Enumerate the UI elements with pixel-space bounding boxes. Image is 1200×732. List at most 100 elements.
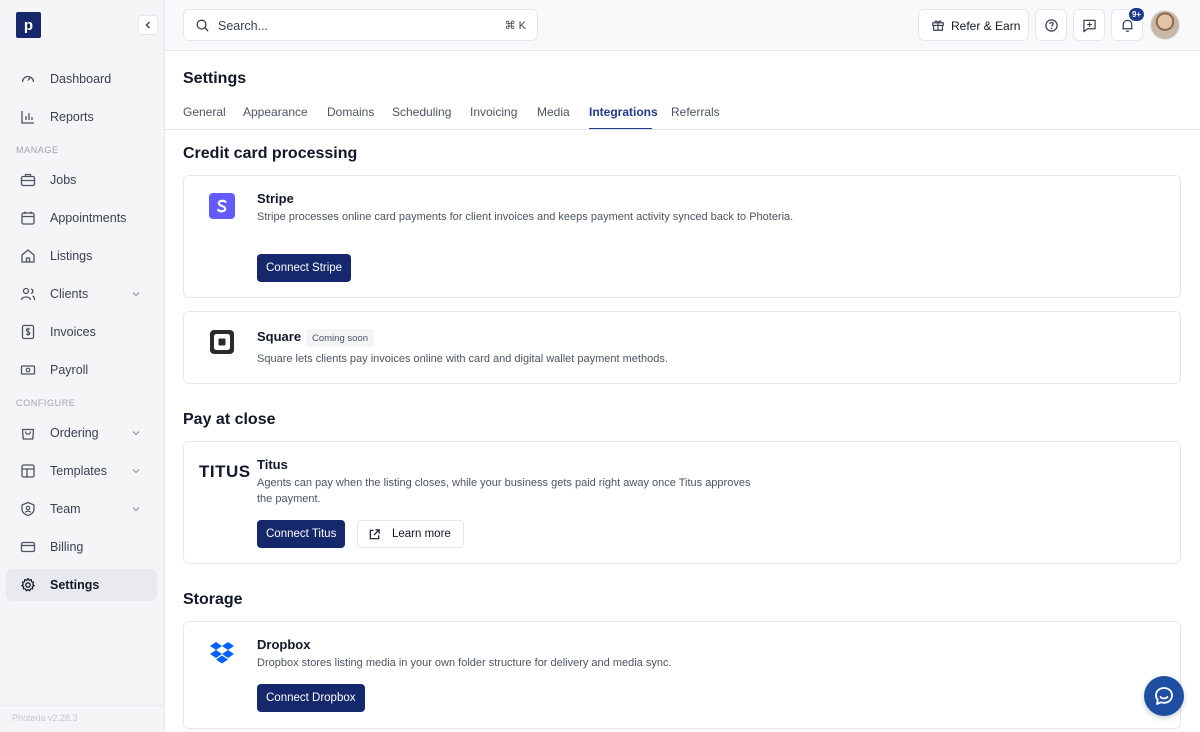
sidebar-item-settings[interactable]: Settings xyxy=(6,569,157,601)
chevron-left-icon xyxy=(145,21,150,29)
shield-user-icon xyxy=(21,501,35,517)
section-title-credit-card: Credit card processing xyxy=(183,145,358,162)
top-header: Search... ⌘ K Refer & Earn 9+ xyxy=(165,0,1200,51)
sidebar-item-label: Templates xyxy=(50,464,107,478)
sidebar-item-invoices[interactable]: Invoices xyxy=(6,316,157,348)
connect-dropbox-button[interactable]: Connect Dropbox xyxy=(257,684,365,712)
help-icon xyxy=(1045,19,1058,32)
search-placeholder: Search... xyxy=(218,19,269,33)
sidebar-item-label: Jobs xyxy=(50,173,77,187)
banknote-icon xyxy=(20,365,36,375)
app-logo[interactable]: p xyxy=(16,12,41,38)
feedback-button[interactable] xyxy=(1073,9,1105,41)
sidebar-item-label: Clients xyxy=(50,287,89,301)
search-input[interactable]: Search... ⌘ K xyxy=(183,9,538,41)
refer-earn-button[interactable]: Refer & Earn xyxy=(918,9,1029,41)
credit-card-icon xyxy=(20,541,36,553)
tab-media[interactable]: Media xyxy=(537,105,570,119)
chevron-down-icon xyxy=(132,292,140,297)
stripe-description: Stripe processes online card payments fo… xyxy=(257,211,794,223)
bar-chart-icon xyxy=(21,111,34,124)
titus-description: Agents can pay when the listing closes, … xyxy=(257,477,751,505)
sidebar-item-label: Invoices xyxy=(50,325,96,339)
search-icon xyxy=(196,19,209,32)
dollar-doc-icon xyxy=(21,324,35,340)
section-title-storage: Storage xyxy=(183,591,243,608)
search-shortcut: ⌘ K xyxy=(504,20,526,32)
sidebar-item-payroll[interactable]: Payroll xyxy=(6,354,157,386)
gift-icon xyxy=(932,20,944,31)
sidebar-item-label: Appointments xyxy=(50,211,127,225)
sidebar-item-label: Team xyxy=(50,502,81,516)
titus-title: Titus xyxy=(257,457,288,472)
square-title: Square xyxy=(257,329,302,344)
sidebar-item-label: Dashboard xyxy=(50,72,112,86)
tab-appearance[interactable]: Appearance xyxy=(243,105,308,119)
sidebar-item-label: Listings xyxy=(50,249,93,263)
sidebar-item-label: Billing xyxy=(50,540,84,554)
sidebar-item-appointments[interactable]: Appointments xyxy=(6,202,157,234)
sidebar-item-dashboard[interactable]: Dashboard xyxy=(6,63,157,95)
chevron-down-icon xyxy=(132,469,140,474)
calendar-icon xyxy=(21,211,35,225)
stripe-logo-icon xyxy=(209,193,235,219)
sidebar-item-label: Settings xyxy=(50,578,100,592)
connect-stripe-button[interactable]: Connect Stripe xyxy=(257,254,352,282)
shopping-bag-icon xyxy=(21,428,35,440)
sidebar-item-label: Payroll xyxy=(50,363,89,377)
chat-bubble-icon xyxy=(1155,687,1173,705)
dropbox-title: Dropbox xyxy=(257,637,311,652)
notification-badge: 9+ xyxy=(1128,7,1145,22)
connect-titus-button[interactable]: Connect Titus xyxy=(257,520,346,548)
tabs-divider xyxy=(165,129,1200,130)
sidebar-item-label: Reports xyxy=(50,110,94,124)
page-title: Settings xyxy=(183,70,247,87)
sidebar-item-clients[interactable]: Clients xyxy=(6,278,157,310)
stripe-title: Stripe xyxy=(257,191,294,206)
square-description: Square lets clients pay invoices online … xyxy=(257,353,668,365)
sidebar-item-reports[interactable]: Reports xyxy=(6,101,157,133)
sidebar-item-listings[interactable]: Listings xyxy=(6,240,157,272)
help-button[interactable] xyxy=(1035,9,1067,41)
external-link-icon xyxy=(369,529,380,540)
briefcase-icon xyxy=(20,173,36,187)
section-label-manage: MANAGE xyxy=(16,145,59,155)
tab-scheduling[interactable]: Scheduling xyxy=(392,105,451,119)
tab-general[interactable]: General xyxy=(183,105,226,119)
integration-card-titus: TITUS Titus Agents can pay when the list… xyxy=(183,441,1181,564)
sidebar-item-jobs[interactable]: Jobs xyxy=(6,164,157,196)
chevron-down-icon xyxy=(132,431,140,436)
learn-more-button[interactable]: Learn more xyxy=(357,520,464,548)
dropbox-logo-icon xyxy=(210,642,234,664)
integration-card-square: Square Coming soon Square lets clients p… xyxy=(183,311,1181,384)
gauge-icon xyxy=(21,75,35,83)
users-icon xyxy=(20,287,36,301)
house-icon xyxy=(21,249,35,263)
integration-card-stripe: Stripe Stripe processes online card paym… xyxy=(183,175,1181,298)
app-version: Photeria v2.28.3 xyxy=(0,705,164,730)
tab-integrations[interactable]: Integrations xyxy=(589,105,658,119)
tab-domains[interactable]: Domains xyxy=(327,105,374,119)
sidebar-item-team[interactable]: Team xyxy=(6,493,157,525)
square-logo-icon xyxy=(210,330,234,354)
chat-support-button[interactable] xyxy=(1144,676,1184,716)
integration-card-dropbox: Dropbox Dropbox stores listing media in … xyxy=(183,621,1181,729)
sidebar-item-billing[interactable]: Billing xyxy=(6,531,157,563)
collapse-sidebar-button[interactable] xyxy=(138,15,158,35)
refer-earn-label: Refer & Earn xyxy=(951,19,1021,33)
sidebar-item-ordering[interactable]: Ordering xyxy=(6,417,157,449)
tab-invoicing[interactable]: Invoicing xyxy=(470,105,517,119)
gear-icon xyxy=(21,577,35,592)
layout-icon xyxy=(21,464,35,478)
dropbox-description: Dropbox stores listing media in your own… xyxy=(257,657,672,669)
coming-soon-badge: Coming soon xyxy=(306,329,374,347)
sidebar-item-label: Ordering xyxy=(50,426,99,440)
chevron-down-icon xyxy=(132,507,140,512)
section-label-configure: CONFIGURE xyxy=(16,398,76,408)
titus-logo: TITUS xyxy=(199,462,251,481)
learn-more-label: Learn more xyxy=(392,528,451,540)
section-title-pay-at-close: Pay at close xyxy=(183,411,276,428)
tab-referrals[interactable]: Referrals xyxy=(671,105,720,119)
sidebar-item-templates[interactable]: Templates xyxy=(6,455,157,487)
user-avatar[interactable] xyxy=(1150,10,1180,40)
